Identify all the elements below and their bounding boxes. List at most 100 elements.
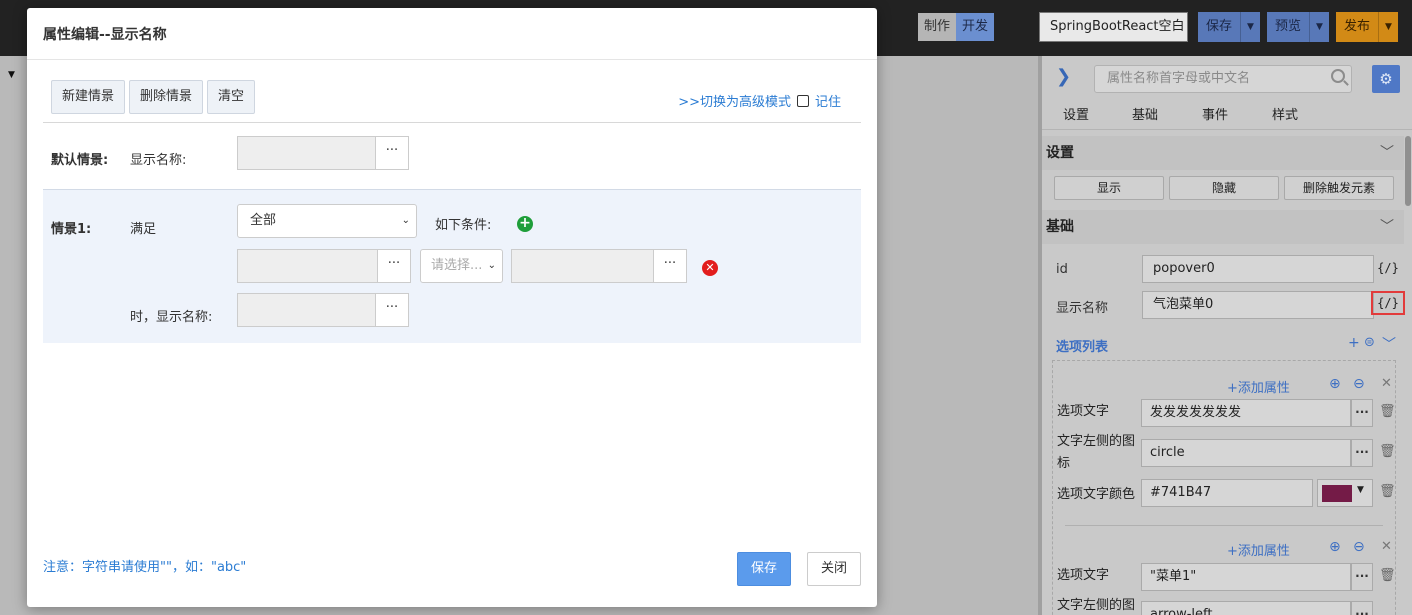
chevron-down-icon: ⌄ — [487, 260, 496, 271]
satisfy-label: 满足 — [130, 222, 157, 237]
chevron-down-icon[interactable]: ﹀ — [1380, 210, 1394, 244]
caret-down-icon[interactable]: ▼ — [1309, 12, 1329, 42]
move-up-icon[interactable]: ⊕ — [1329, 376, 1341, 392]
preview-dropdown-button[interactable]: 预览 ▼ — [1267, 12, 1330, 42]
option-color-label: 选项文字颜色 — [1057, 487, 1136, 502]
add-attribute-link[interactable]: +添加属性 — [1227, 540, 1290, 559]
condition-right-input[interactable] — [511, 249, 653, 283]
options-list: +添加属性 ⊕ ⊖ ✕ 选项文字 发发发发发发发 ··· 🗑 文字左侧的图标 c… — [1052, 360, 1396, 615]
trash-icon[interactable]: 🗑 — [1379, 568, 1396, 583]
default-display-name-input[interactable] — [237, 136, 375, 170]
more-button[interactable]: ··· — [1351, 399, 1373, 427]
advanced-mode-link[interactable]: >>切换为高级模式 — [678, 91, 791, 110]
project-select[interactable]: SpringBootReact空白 — [1039, 12, 1188, 42]
close-icon[interactable]: ✕ — [1381, 539, 1392, 554]
default-display-name-field[interactable]: ··· — [237, 136, 409, 170]
dialog-title: 属性编辑--显示名称 — [27, 8, 877, 60]
id-input[interactable]: popover0 — [1142, 255, 1374, 283]
mode-toggle[interactable]: 制作 开发 — [918, 13, 995, 41]
publish-label[interactable]: 发布 — [1336, 12, 1378, 42]
save-dropdown-button[interactable]: 保存 ▼ — [1198, 12, 1261, 42]
ellipsis-button[interactable]: ··· — [375, 136, 409, 170]
more-button[interactable]: ··· — [1351, 439, 1373, 467]
dev-mode-button[interactable]: 开发 — [956, 13, 995, 41]
operator-placeholder: 请选择... — [431, 258, 483, 273]
condition-left-input[interactable] — [237, 249, 377, 283]
trash-icon[interactable]: 🗑 — [1379, 404, 1396, 419]
show-action-button[interactable]: 显示 — [1054, 176, 1164, 200]
color-picker[interactable]: ▼ — [1317, 479, 1373, 507]
chevron-down-icon[interactable]: ﹀ — [1382, 334, 1396, 354]
chevron-down-icon[interactable]: ﹀ — [1380, 136, 1394, 170]
divider — [1065, 525, 1383, 526]
caret-down-icon[interactable]: ▼ — [1357, 485, 1364, 495]
hide-action-button[interactable]: 隐藏 — [1169, 176, 1279, 200]
remember-label[interactable]: 记住 — [815, 91, 841, 110]
option-color-input[interactable]: #741B47 — [1141, 479, 1313, 507]
condition-right-field[interactable]: ··· — [511, 249, 687, 283]
ellipsis-button[interactable]: ··· — [653, 249, 687, 283]
trash-icon[interactable]: 🗑 — [1379, 444, 1396, 459]
basic-section-header[interactable]: 基础 ﹀ — [1042, 210, 1404, 244]
scene-display-name-field[interactable]: ··· — [237, 293, 409, 327]
option-icon-label: 文字左侧的图标 — [1057, 598, 1136, 613]
delete-scene-button[interactable]: 删除情景 — [129, 80, 204, 114]
gear-icon[interactable]: ⚙ — [1372, 65, 1400, 93]
add-condition-icon[interactable]: + — [517, 216, 533, 232]
chevron-right-icon[interactable]: ❯ — [1056, 66, 1071, 87]
list-icon[interactable]: ⊜ — [1364, 335, 1375, 350]
match-mode-select[interactable]: 全部 ⌄ — [237, 204, 417, 238]
publish-dropdown-button[interactable]: 发布 ▼ — [1336, 12, 1399, 42]
move-down-icon[interactable]: ⊖ — [1353, 539, 1365, 555]
add-icon[interactable]: + — [1348, 335, 1360, 351]
option-text-input[interactable]: "菜单1" — [1141, 563, 1351, 591]
properties-panel: ❯ 属性名称首字母或中文名 ⚙ 设置 基础 事件 样式 设置 ﹀ 显示 隐藏 删… — [1042, 56, 1412, 615]
option-text-input[interactable]: 发发发发发发发 — [1141, 399, 1351, 427]
ellipsis-button[interactable]: ··· — [377, 249, 411, 283]
scrollbar[interactable] — [1405, 136, 1411, 206]
code-binding-icon[interactable]: {/} — [1376, 261, 1400, 275]
delete-trigger-button[interactable]: 删除触发元素 — [1284, 176, 1394, 200]
save-label[interactable]: 保存 — [1198, 12, 1240, 42]
tab-events[interactable]: 事件 — [1180, 102, 1250, 129]
preview-label[interactable]: 预览 — [1267, 12, 1309, 42]
save-button[interactable]: 保存 — [737, 552, 791, 586]
new-scene-button[interactable]: 新建情景 — [51, 80, 126, 114]
close-icon[interactable]: ✕ — [1381, 376, 1392, 391]
tab-style[interactable]: 样式 — [1250, 102, 1320, 129]
option-icon-input[interactable]: arrow-left — [1141, 601, 1351, 615]
scene-display-name-input[interactable] — [237, 293, 375, 327]
settings-section-header[interactable]: 设置 ﹀ — [1042, 136, 1404, 170]
option-icon-input[interactable]: circle — [1141, 439, 1351, 467]
search-icon[interactable] — [1331, 69, 1345, 83]
close-button[interactable]: 关闭 — [807, 552, 861, 586]
tab-settings[interactable]: 设置 — [1042, 102, 1110, 129]
caret-down-icon[interactable]: ▼ — [1240, 12, 1260, 42]
remember-checkbox[interactable] — [796, 94, 809, 107]
chevron-down-icon: ⌄ — [401, 215, 410, 226]
caret-down-icon[interactable]: ▼ — [1378, 12, 1398, 42]
remove-condition-icon[interactable]: ✕ — [702, 260, 718, 276]
more-button[interactable]: ··· — [1351, 601, 1373, 615]
more-button[interactable]: ··· — [1351, 563, 1373, 591]
clear-button[interactable]: 清空 — [207, 80, 256, 114]
ellipsis-button[interactable]: ··· — [375, 293, 409, 327]
scene-1-label: 情景1: — [51, 222, 92, 237]
add-attribute-link[interactable]: +添加属性 — [1227, 377, 1290, 396]
conditions-label: 如下条件: — [435, 218, 492, 233]
condition-left-field[interactable]: ··· — [237, 249, 411, 283]
move-down-icon[interactable]: ⊖ — [1353, 376, 1365, 392]
caret-down-icon: ▼ — [8, 70, 15, 80]
move-up-icon[interactable]: ⊕ — [1329, 539, 1341, 555]
tab-basic[interactable]: 基础 — [1110, 102, 1180, 129]
string-usage-note: 注意：字符串请使用""，如："abc" — [43, 560, 247, 575]
display-name-label: 显示名称 — [1056, 301, 1109, 316]
code-binding-icon-highlighted[interactable]: {/} — [1371, 291, 1405, 315]
display-name-input[interactable]: 气泡菜单0 — [1142, 291, 1374, 319]
trash-icon[interactable]: 🗑 — [1379, 484, 1396, 499]
property-search-input[interactable]: 属性名称首字母或中文名 — [1094, 65, 1352, 93]
advanced-mode-area: >>切换为高级模式 记住 — [678, 91, 841, 110]
basic-title: 基础 — [1046, 219, 1074, 235]
operator-select[interactable]: 请选择... ⌄ — [420, 249, 503, 283]
make-mode-button[interactable]: 制作 — [918, 13, 957, 41]
